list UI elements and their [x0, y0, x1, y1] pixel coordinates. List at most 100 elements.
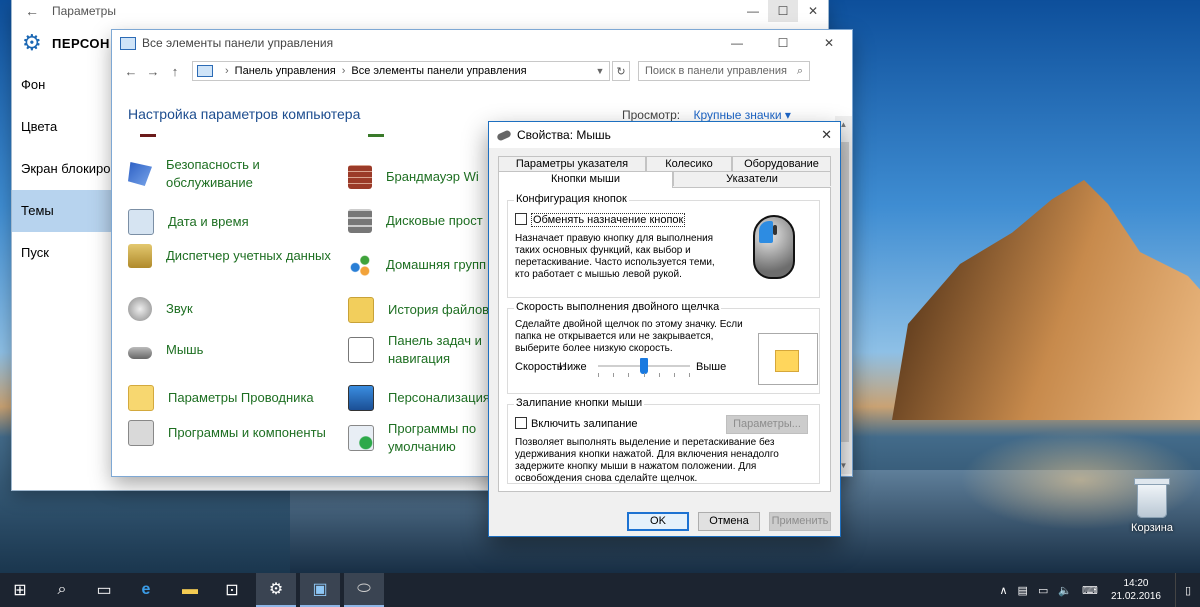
- slider-thumb[interactable]: [640, 358, 648, 374]
- search-input[interactable]: Поиск в панели управления ⌕: [638, 61, 810, 81]
- nav-item-lock-screen[interactable]: Экран блокиро: [12, 148, 112, 190]
- settings-titlebar[interactable]: ← Параметры — ☐ ✕: [12, 0, 828, 22]
- double-click-group: Скорость выполнения двойного щелчка Сдел…: [507, 301, 820, 394]
- tab-buttons[interactable]: Кнопки мыши: [498, 171, 673, 188]
- search-icon[interactable]: ⌕: [42, 573, 82, 607]
- test-folder-icon[interactable]: [758, 333, 818, 385]
- double-click-description: Сделайте двойной щелчок по этому значку.…: [515, 319, 743, 354]
- dialog-title: Свойства: Мышь: [517, 128, 611, 142]
- cp-minimize-button[interactable]: —: [714, 30, 760, 56]
- network-icon[interactable]: ▤: [1018, 584, 1028, 597]
- forward-arrow-icon[interactable]: →: [142, 64, 164, 79]
- firewall-icon: [348, 165, 372, 189]
- chevron-right-icon: ›: [225, 65, 229, 77]
- close-button[interactable]: ✕: [798, 0, 828, 22]
- view-dropdown[interactable]: Крупные значки ▾: [693, 108, 790, 122]
- mouse-properties-dialog: Свойства: Мышь ✕ Параметры указателя Кол…: [489, 122, 840, 536]
- control-panel-icon: [120, 36, 136, 50]
- back-arrow-icon[interactable]: ←: [12, 3, 52, 19]
- recycle-bin[interactable]: Корзина: [1124, 478, 1180, 534]
- cp-item-date-time[interactable]: Дата и время: [128, 209, 348, 235]
- monitor-icon: [348, 385, 374, 411]
- calendar-clock-icon: [128, 209, 154, 235]
- maximize-button[interactable]: ☐: [768, 0, 798, 22]
- cp-item-mouse[interactable]: Мышь: [128, 341, 348, 359]
- swap-buttons-checkbox[interactable]: Обменять назначение кнопок: [515, 213, 686, 227]
- volume-icon[interactable]: 🔈: [1058, 584, 1072, 597]
- search-icon: ⌕: [796, 64, 803, 77]
- apply-button[interactable]: Применить: [769, 512, 831, 531]
- windows-start-icon[interactable]: ⊞: [0, 573, 40, 607]
- store-icon[interactable]: ⊡: [212, 573, 252, 607]
- edge-browser-icon[interactable]: e: [126, 573, 166, 607]
- settings-nav: Фон Цвета Экран блокиро Темы Пуск: [12, 64, 112, 274]
- nav-item-start[interactable]: Пуск: [12, 232, 112, 274]
- up-arrow-icon[interactable]: ↑: [164, 64, 186, 79]
- refresh-icon[interactable]: ↻: [612, 61, 630, 81]
- back-arrow-icon[interactable]: ←: [120, 64, 142, 79]
- swap-buttons-description: Назначает правую кнопку для выполнения т…: [515, 233, 715, 280]
- control-panel-small-icon: [197, 65, 213, 77]
- double-click-speed-slider[interactable]: [598, 358, 690, 378]
- tab-pointers[interactable]: Указатели: [673, 171, 831, 186]
- breadcrumb-control-panel[interactable]: Панель управления: [235, 65, 336, 77]
- default-programs-icon: [348, 425, 374, 451]
- page-title: Настройка параметров компьютера: [128, 106, 361, 122]
- tab-wheel[interactable]: Колесико: [646, 156, 732, 171]
- control-panel-taskbar-icon[interactable]: ▣: [300, 573, 340, 607]
- cp-item-sound[interactable]: Звук: [128, 297, 348, 321]
- clock[interactable]: 14:20 21.02.2016: [1111, 577, 1161, 603]
- nav-item-colors[interactable]: Цвета: [12, 106, 112, 148]
- click-lock-settings-button[interactable]: Параметры...: [726, 415, 808, 434]
- settings-title: Параметры: [52, 4, 116, 18]
- click-lock-group: Залипание кнопки мыши Включить залипание…: [507, 397, 820, 484]
- tab-hardware[interactable]: Оборудование: [732, 156, 831, 171]
- group-title: Конфигурация кнопок: [514, 193, 629, 205]
- ok-button[interactable]: OK: [627, 512, 689, 531]
- minimize-button[interactable]: —: [738, 0, 768, 22]
- address-bar[interactable]: › Панель управления › Все элементы панел…: [192, 61, 610, 81]
- clock-time: 14:20: [1123, 578, 1149, 589]
- cp-item-credential-manager[interactable]: Диспетчер учетных данных: [128, 244, 348, 268]
- nav-item-themes[interactable]: Темы: [12, 190, 112, 232]
- programs-icon: [128, 420, 154, 446]
- cp-maximize-button[interactable]: ☐: [760, 30, 806, 56]
- wallpaper-cliff: [892, 180, 1200, 420]
- display-icon[interactable]: ▭: [1038, 584, 1048, 597]
- folder-options-icon: [128, 385, 154, 411]
- view-value: Крупные значки: [693, 108, 782, 122]
- mouse-taskbar-icon[interactable]: ⬭: [344, 573, 384, 607]
- recycle-bin-label: Корзина: [1131, 522, 1173, 534]
- file-explorer-icon[interactable]: ▬: [170, 573, 210, 607]
- notifications-icon[interactable]: ▯: [1175, 573, 1200, 607]
- search-placeholder: Поиск в панели управления: [645, 65, 787, 77]
- click-lock-description: Позволяет выполнять выделение и перетаск…: [515, 437, 779, 484]
- control-panel-titlebar[interactable]: Все элементы панели управления — ☐ ✕: [112, 30, 852, 56]
- settings-section-title: ПЕРСОН: [52, 35, 110, 51]
- group-title: Залипание кнопки мыши: [514, 397, 645, 409]
- gear-icon: ⚙: [22, 30, 42, 55]
- button-config-group: Конфигурация кнопок Обменять назначение …: [507, 193, 820, 298]
- speed-low-label: Ниже: [559, 361, 587, 373]
- chevron-up-icon[interactable]: ∧: [999, 584, 1007, 597]
- task-view-icon[interactable]: ▭: [84, 573, 124, 607]
- buttons-tab-page: Конфигурация кнопок Обменять назначение …: [498, 187, 831, 492]
- click-lock-checkbox[interactable]: Включить залипание: [515, 417, 638, 430]
- swap-buttons-label: Обменять назначение кнопок: [531, 213, 686, 227]
- cp-close-button[interactable]: ✕: [806, 30, 852, 56]
- chevron-down-icon[interactable]: ▼: [591, 66, 609, 76]
- dialog-titlebar[interactable]: Свойства: Мышь ✕: [489, 122, 840, 148]
- nav-item-background[interactable]: Фон: [12, 64, 112, 106]
- cp-item-security[interactable]: Безопасность и обслуживание: [128, 156, 348, 192]
- cp-item-programs-features[interactable]: Программы и компоненты: [128, 420, 348, 446]
- cancel-button[interactable]: Отмена: [698, 512, 760, 531]
- keyboard-icon[interactable]: ⌨: [1082, 584, 1098, 597]
- breadcrumb-all-items[interactable]: Все элементы панели управления: [351, 65, 526, 77]
- tab-pointer-options[interactable]: Параметры указателя: [498, 156, 646, 171]
- checkbox-box[interactable]: [515, 417, 527, 429]
- cp-item-explorer-options[interactable]: Параметры Проводника: [128, 385, 348, 411]
- checkbox-box[interactable]: [515, 213, 527, 225]
- close-icon[interactable]: ✕: [821, 127, 832, 143]
- homegroup-icon: [348, 253, 372, 277]
- settings-gear-icon[interactable]: ⚙: [256, 573, 296, 607]
